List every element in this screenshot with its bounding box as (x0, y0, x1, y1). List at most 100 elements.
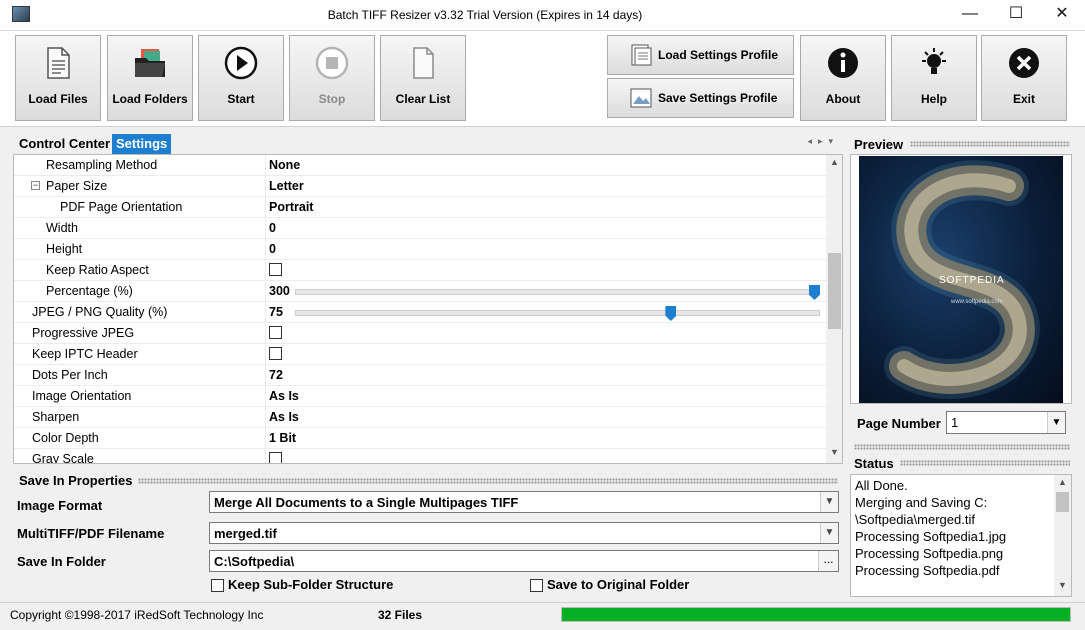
grid-scrollbar[interactable]: ▲ ▼ (826, 155, 842, 463)
setting-name: Gray Scale (32, 452, 94, 464)
setting-value[interactable]: 0 (269, 242, 276, 256)
save-settings-profile-button[interactable]: Save Settings Profile (607, 78, 794, 118)
slider-thumb[interactable] (809, 285, 820, 300)
setting-slider[interactable] (295, 285, 820, 300)
scroll-up-icon[interactable]: ▲ (1054, 477, 1071, 487)
status-line: Merging and Saving C: (855, 495, 988, 510)
column-divider (265, 218, 266, 239)
exit-label: Exit (1012, 92, 1035, 106)
save-folder-label: Save In Folder (17, 554, 106, 569)
status-scrollbar[interactable]: ▲ ▼ (1054, 475, 1071, 596)
settings-row[interactable]: Percentage (%) 300 (14, 281, 827, 302)
settings-grid: Resampling Method None − Paper Size Letter PD… (13, 154, 843, 464)
settings-row[interactable]: Progressive JPEG (14, 323, 827, 344)
save-original-checkbox[interactable] (530, 579, 543, 592)
save-folder-field[interactable]: C:\Softpedia\ ... (209, 550, 839, 572)
maximize-button[interactable]: ☐ (993, 0, 1039, 30)
setting-value[interactable]: Portrait (269, 200, 313, 214)
minimize-button[interactable]: — (947, 0, 993, 30)
setting-checkbox[interactable] (269, 452, 282, 463)
scroll-down-icon[interactable]: ▼ (1054, 580, 1071, 590)
column-divider (265, 323, 266, 344)
settings-row[interactable]: Color Depth 1 Bit (14, 428, 827, 449)
save-original-option[interactable]: Save to Original Folder (530, 577, 689, 592)
setting-value[interactable]: None (269, 158, 300, 172)
clear-list-label: Clear List (395, 92, 451, 106)
exit-button[interactable]: Exit (981, 35, 1067, 121)
tab-control-center[interactable]: Control Center (15, 134, 114, 154)
settings-row[interactable]: Resampling Method None (14, 155, 827, 176)
close-window-button[interactable]: ✕ (1039, 0, 1085, 30)
settings-row[interactable]: Image Orientation As Is (14, 386, 827, 407)
save-profile-icon (630, 88, 652, 108)
browse-button[interactable]: ... (818, 551, 838, 571)
files-count: 32 Files (378, 608, 423, 622)
settings-row[interactable]: Keep Ratio Aspect (14, 260, 827, 281)
help-button[interactable]: Help (891, 35, 977, 121)
load-files-button[interactable]: Load Files (15, 35, 101, 121)
status-bar: Copyright ©1998-2017 iRedSoft Technology… (0, 602, 1085, 630)
preview-image: SOFTPEDIA www.softpedia.com (859, 156, 1063, 403)
about-label: About (825, 92, 861, 106)
load-folders-button[interactable]: Load Folders (107, 35, 193, 121)
about-button[interactable]: About (800, 35, 886, 121)
settings-row[interactable]: Gray Scale (14, 449, 827, 464)
slider-thumb[interactable] (665, 306, 677, 321)
chevron-down-icon[interactable]: ▼ (1047, 412, 1065, 433)
keep-subfolder-option[interactable]: Keep Sub-Folder Structure (211, 577, 393, 592)
setting-checkbox[interactable] (269, 347, 282, 360)
preview-bottom-divider (854, 444, 1070, 450)
setting-checkbox[interactable] (269, 326, 282, 339)
column-divider (265, 386, 266, 407)
settings-row[interactable]: JPEG / PNG Quality (%) 75 (14, 302, 827, 323)
setting-value[interactable]: As Is (269, 410, 299, 424)
settings-row[interactable]: PDF Page Orientation Portrait (14, 197, 827, 218)
tab-bar: Control Center Settings ◂▸▾ (13, 134, 843, 154)
settings-row[interactable]: Height 0 (14, 239, 827, 260)
start-button[interactable]: Start (198, 35, 284, 121)
column-divider (265, 428, 266, 449)
setting-name: Color Depth (32, 431, 99, 445)
setting-slider[interactable] (295, 306, 820, 321)
page-number-select[interactable]: 1 ▼ (946, 411, 1066, 434)
section-divider (138, 478, 838, 484)
collapse-icon[interactable]: − (31, 181, 40, 190)
stop-button[interactable]: Stop (289, 35, 375, 121)
filename-select[interactable]: merged.tif ▼ (209, 522, 839, 544)
column-divider (265, 344, 266, 365)
grid-scrollbar-thumb[interactable] (828, 253, 841, 329)
scroll-down-icon[interactable]: ▼ (826, 447, 842, 457)
tab-settings[interactable]: Settings (112, 134, 172, 154)
settings-row[interactable]: Width 0 (14, 218, 827, 239)
setting-checkbox[interactable] (269, 263, 282, 276)
setting-name: PDF Page Orientation (60, 200, 183, 214)
status-scrollbar-thumb[interactable] (1056, 492, 1069, 512)
settings-row[interactable]: Sharpen As Is (14, 407, 827, 428)
filename-label: MultiTIFF/PDF Filename (17, 526, 165, 541)
load-settings-profile-button[interactable]: Load Settings Profile (607, 35, 794, 75)
setting-name: Percentage (%) (46, 284, 133, 298)
setting-value[interactable]: Letter (269, 179, 304, 193)
load-folders-label: Load Folders (112, 92, 188, 106)
setting-value[interactable]: 0 (269, 221, 276, 235)
settings-row[interactable]: − Paper Size Letter (14, 176, 827, 197)
keep-subfolder-checkbox[interactable] (211, 579, 224, 592)
title-bar: Batch TIFF Resizer v3.32 Trial Version (… (0, 0, 1085, 31)
chevron-down-icon[interactable]: ▼ (820, 492, 838, 512)
settings-row[interactable]: Dots Per Inch 72 (14, 365, 827, 386)
scroll-up-icon[interactable]: ▲ (826, 157, 842, 167)
setting-value[interactable]: 300 (269, 284, 290, 298)
page-number-label: Page Number (857, 416, 941, 431)
chevron-down-icon[interactable]: ▼ (820, 523, 838, 543)
setting-value[interactable]: 75 (269, 305, 283, 319)
setting-value[interactable]: 1 Bit (269, 431, 296, 445)
tab-scroll-arrows[interactable]: ◂▸▾ (807, 136, 839, 147)
setting-value[interactable]: As Is (269, 389, 299, 403)
save-original-label: Save to Original Folder (547, 577, 690, 592)
status-title: Status (854, 456, 894, 471)
setting-value[interactable]: 72 (269, 368, 283, 382)
stop-label: Stop (318, 92, 346, 106)
clear-list-button[interactable]: Clear List (380, 35, 466, 121)
settings-row[interactable]: Keep IPTC Header (14, 344, 827, 365)
image-format-select[interactable]: Merge All Documents to a Single Multipag… (209, 491, 839, 513)
